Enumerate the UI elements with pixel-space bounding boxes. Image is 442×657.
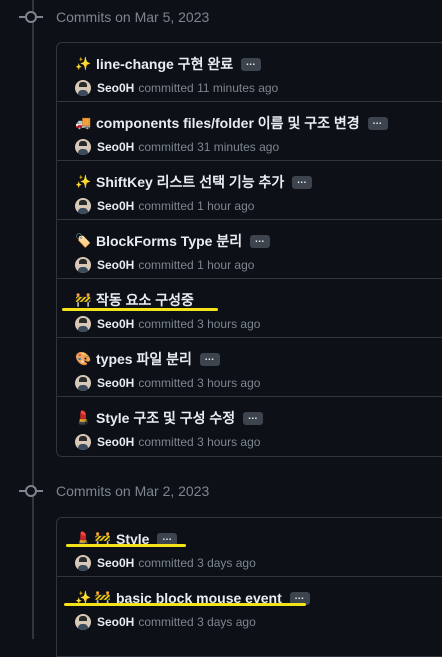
- commit-message-link[interactable]: ShiftKey 리스트 선택 기능 추가: [96, 172, 284, 192]
- construction-emoji-icon: 🚧: [75, 292, 92, 307]
- commit-row: ✨ ShiftKey 리스트 선택 기능 추가 … Seo0H committe…: [57, 161, 442, 220]
- commit-message-link[interactable]: types 파일 분리: [96, 349, 192, 369]
- sparkles-emoji-icon: ✨: [75, 174, 92, 189]
- commit-row: 💄 Style 구조 및 구성 수정 … Seo0H committed 3 h…: [57, 397, 442, 456]
- commit-message-link[interactable]: line-change 구현 완료: [96, 54, 233, 74]
- truck-emoji-icon: 🚚: [75, 115, 92, 130]
- sparkles-emoji-icon: ✨: [75, 56, 92, 71]
- commit-time: 11 minutes ago: [197, 81, 279, 95]
- avatar[interactable]: [75, 375, 91, 391]
- commit-time: 1 hour ago: [197, 199, 255, 213]
- author-link[interactable]: Seo0H: [97, 376, 134, 390]
- expand-message-button[interactable]: …: [243, 411, 264, 425]
- commit-row: 🏷️ BlockForms Type 분리 … Seo0H committed …: [57, 220, 442, 279]
- commit-time: 3 days ago: [197, 556, 256, 570]
- committed-label: committed: [138, 81, 194, 95]
- expand-message-button[interactable]: …: [250, 234, 271, 248]
- commit-group-icon: [19, 485, 43, 497]
- timeline-line: [32, 0, 34, 639]
- expand-message-button[interactable]: …: [241, 57, 262, 71]
- commit-row: 🎨 types 파일 분리 … Seo0H committed 3 hours …: [57, 338, 442, 397]
- commit-message-link[interactable]: Style 구조 및 구성 수정: [96, 408, 235, 428]
- commit-row: ✨ 🚧 basic block mouse event … Seo0H comm…: [57, 577, 442, 636]
- highlight-underline: [66, 544, 186, 547]
- commit-group-icon: [19, 11, 43, 23]
- author-link[interactable]: Seo0H: [97, 615, 134, 629]
- author-link[interactable]: Seo0H: [97, 140, 134, 154]
- commit-time: 3 hours ago: [197, 317, 261, 331]
- avatar[interactable]: [75, 80, 91, 96]
- lipstick-emoji-icon: 💄: [75, 410, 92, 425]
- committed-label: committed: [138, 140, 194, 154]
- commit-message-link[interactable]: components files/folder 이름 및 구조 변경: [96, 113, 360, 133]
- highlight-underline: [64, 603, 306, 606]
- label-emoji-icon: 🏷️: [75, 233, 92, 248]
- committed-label: committed: [138, 556, 194, 570]
- avatar[interactable]: [75, 555, 91, 571]
- committed-label: committed: [138, 258, 194, 272]
- author-link[interactable]: Seo0H: [97, 199, 134, 213]
- commit-time: 3 days ago: [197, 615, 256, 629]
- committed-label: committed: [138, 199, 194, 213]
- avatar[interactable]: [75, 614, 91, 630]
- commit-time: 3 hours ago: [197, 376, 261, 390]
- committed-label: committed: [138, 376, 194, 390]
- avatar[interactable]: [75, 316, 91, 332]
- highlight-underline: [62, 308, 218, 311]
- author-link[interactable]: Seo0H: [97, 317, 134, 331]
- expand-message-button[interactable]: …: [199, 352, 220, 366]
- committed-label: committed: [138, 317, 194, 331]
- expand-message-button[interactable]: …: [292, 175, 313, 189]
- palette-emoji-icon: 🎨: [75, 351, 92, 366]
- author-link[interactable]: Seo0H: [97, 435, 134, 449]
- commit-group-header: Commits on Mar 5, 2023: [0, 6, 442, 30]
- committed-label: committed: [138, 615, 194, 629]
- commit-group-header: Commits on Mar 2, 2023: [0, 480, 442, 504]
- commit-time: 1 hour ago: [197, 258, 255, 272]
- commit-list: 💄 🚧 Style … Seo0H committed 3 days ago ✨…: [56, 517, 442, 657]
- author-link[interactable]: Seo0H: [97, 556, 134, 570]
- avatar[interactable]: [75, 139, 91, 155]
- commit-group-title: Commits on Mar 2, 2023: [56, 483, 210, 499]
- author-link[interactable]: Seo0H: [97, 258, 134, 272]
- commit-time: 31 minutes ago: [197, 140, 280, 154]
- commit-group-title: Commits on Mar 5, 2023: [56, 9, 210, 25]
- commit-row: 💄 🚧 Style … Seo0H committed 3 days ago: [57, 518, 442, 577]
- author-link[interactable]: Seo0H: [97, 81, 134, 95]
- commit-message-link[interactable]: BlockForms Type 분리: [96, 231, 242, 251]
- expand-message-button[interactable]: …: [367, 116, 388, 130]
- commit-row: ✨ line-change 구현 완료 … Seo0H committed 11…: [57, 43, 442, 102]
- avatar[interactable]: [75, 434, 91, 450]
- commit-row: 🚚 components files/folder 이름 및 구조 변경 … S…: [57, 102, 442, 161]
- commit-list: ✨ line-change 구현 완료 … Seo0H committed 11…: [56, 42, 442, 457]
- commit-time: 3 hours ago: [197, 435, 261, 449]
- commit-message-link[interactable]: 작동 요소 구성중: [96, 290, 194, 310]
- avatar[interactable]: [75, 257, 91, 273]
- committed-label: committed: [138, 435, 194, 449]
- avatar[interactable]: [75, 198, 91, 214]
